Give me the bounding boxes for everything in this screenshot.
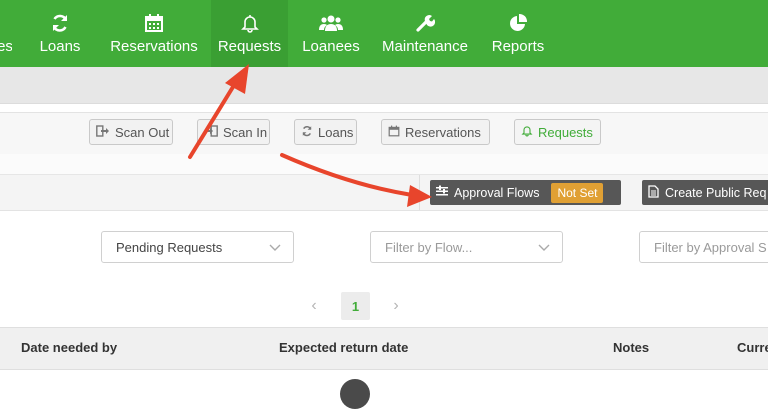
current-page[interactable]: 1	[341, 292, 370, 320]
bell-icon	[521, 124, 533, 140]
prev-page-button[interactable]: ‹	[304, 296, 324, 316]
flow-filter-select[interactable]: Filter by Flow...	[370, 231, 563, 263]
column-header-date-needed[interactable]: Date needed by	[21, 340, 117, 355]
tab-requests[interactable]: Requests	[514, 119, 601, 145]
nav-item-label: Requests	[217, 38, 282, 55]
tab-scan-out[interactable]: Scan Out	[89, 119, 173, 145]
nav-item-label: Maintenance	[382, 38, 468, 55]
column-header-expected-return[interactable]: Expected return date	[279, 340, 408, 355]
nav-item-reports[interactable]: Reports	[488, 0, 548, 67]
create-public-request-button[interactable]: Create Public Req	[642, 180, 768, 205]
nav-item-reservations[interactable]: Reservations	[106, 0, 202, 67]
tab-label: Requests	[538, 124, 593, 140]
nav-item-label: Reservations	[110, 38, 198, 55]
spacer-bar	[0, 154, 768, 175]
tab-reservations[interactable]: Reservations	[381, 119, 490, 145]
approval-flows-button[interactable]: Approval Flows Not Set	[430, 180, 621, 205]
tab-label: Reservations	[405, 124, 481, 140]
tab-label: Scan In	[223, 124, 268, 140]
top-navigation: es Loans Reservations Requests Loanees M…	[0, 0, 768, 67]
nav-item-label: Reports	[491, 38, 545, 55]
create-public-label: Create Public Req	[665, 185, 767, 200]
nav-item-partial[interactable]: es	[0, 0, 12, 67]
loading-spinner	[340, 379, 370, 409]
tab-loans[interactable]: Loans	[294, 119, 357, 145]
refresh-icon	[50, 12, 70, 34]
file-icon	[648, 184, 659, 201]
chevron-down-icon	[269, 241, 281, 256]
users-icon	[319, 12, 343, 34]
approval-status-filter-select[interactable]: Filter by Approval S	[639, 231, 768, 263]
approval-filter-placeholder: Filter by Approval S	[654, 239, 767, 255]
bell-icon	[240, 12, 260, 34]
sliders-icon	[436, 185, 448, 200]
subheader-band	[0, 67, 768, 104]
nav-item-maintenance[interactable]: Maintenance	[377, 0, 473, 67]
tab-label: Scan Out	[115, 124, 170, 140]
nav-item-label: Loans	[39, 38, 81, 55]
sign-in-icon	[204, 124, 218, 140]
pie-chart-icon	[508, 12, 528, 34]
sign-out-icon	[96, 124, 110, 140]
tab-label: Loans	[318, 124, 354, 140]
refresh-icon	[301, 125, 313, 140]
nav-item-loans[interactable]: Loans	[36, 0, 84, 67]
calendar-icon	[144, 12, 164, 34]
approval-flows-label: Approval Flows	[454, 185, 540, 200]
calendar-icon	[388, 125, 400, 140]
chevron-down-icon	[538, 241, 550, 256]
next-page-button[interactable]: ›	[386, 296, 406, 316]
wrench-icon	[415, 12, 435, 34]
status-badge: Not Set	[551, 182, 604, 203]
nav-item-partial-label: es	[0, 38, 12, 55]
tab-scan-in[interactable]: Scan In	[197, 119, 270, 145]
nav-item-loanees[interactable]: Loanees	[298, 0, 364, 67]
divider	[419, 175, 420, 210]
status-filter-value: Pending Requests	[116, 239, 223, 255]
column-header-current[interactable]: Curre	[737, 340, 768, 355]
flow-filter-placeholder: Filter by Flow...	[385, 239, 473, 255]
status-filter-select[interactable]: Pending Requests	[101, 231, 294, 263]
column-header-notes[interactable]: Notes	[613, 340, 649, 355]
nav-item-requests[interactable]: Requests	[211, 0, 288, 67]
nav-item-label: Loanees	[302, 38, 360, 55]
